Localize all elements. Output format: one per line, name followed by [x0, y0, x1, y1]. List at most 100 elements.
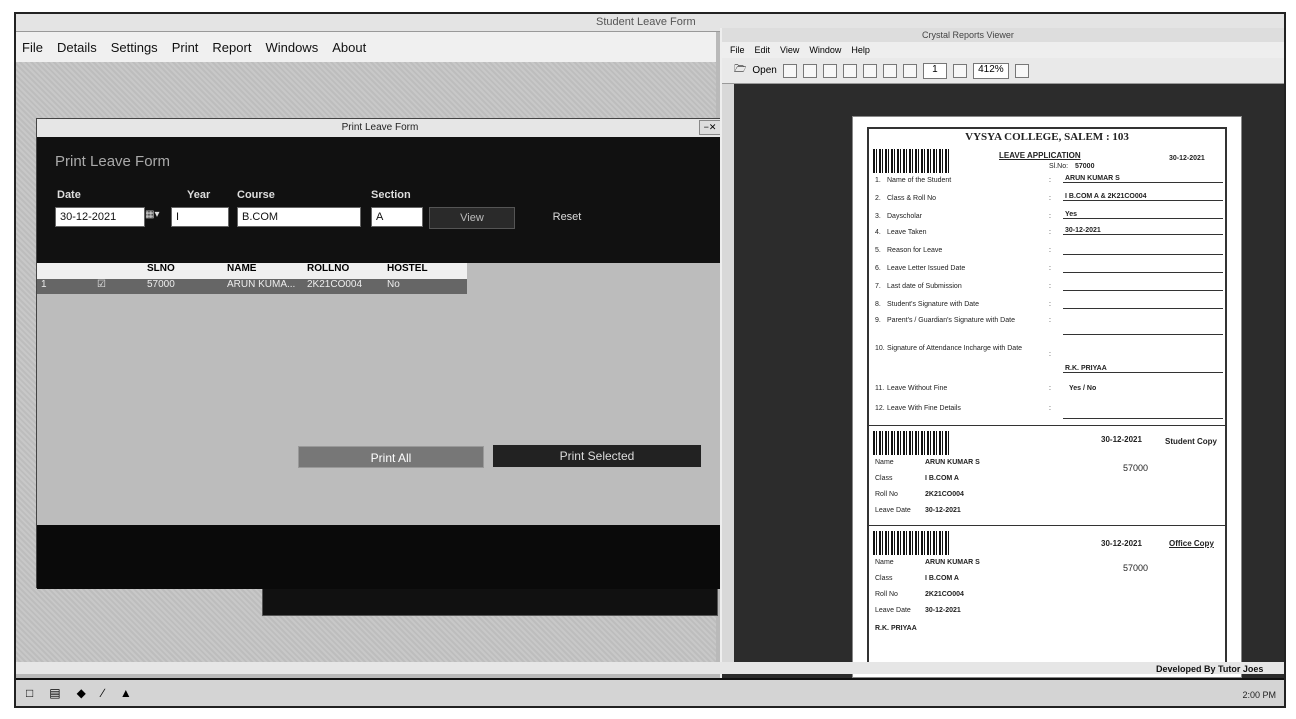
print-leave-form-window: Print Leave Form −✕ Print Leave Form Dat…	[36, 118, 725, 589]
clock: 2:00 PM	[1242, 690, 1276, 700]
print-selected-button[interactable]: Print Selected	[492, 444, 702, 468]
item-6: 6. Leave Letter Issued Date	[875, 265, 966, 272]
oc-date-value: 30-12-2021	[925, 607, 961, 614]
oc-name-value: ARUN KUMAR S	[925, 559, 980, 566]
taskbar: □ ▤ ◆ ∕ ▲	[16, 678, 1284, 706]
print-icon[interactable]	[862, 63, 877, 78]
sc-name-value: ARUN KUMAR S	[925, 459, 980, 466]
report-page: VYSYA COLLEGE, SALEM : 103 LEAVE APPLICA…	[852, 116, 1242, 678]
menu-print[interactable]: Print	[172, 40, 199, 55]
col-rollno[interactable]: ROLLNO	[307, 263, 387, 279]
menu-details[interactable]: Details	[57, 40, 97, 55]
menu-file[interactable]: File	[22, 40, 43, 55]
status-strip	[16, 662, 1284, 674]
dialog-footer	[37, 525, 725, 589]
menu-report[interactable]: Report	[212, 40, 251, 55]
oc-class-value: I B.COM A	[925, 575, 959, 582]
item-4: 4. Leave Taken	[875, 229, 927, 236]
next-page-icon[interactable]	[952, 63, 967, 78]
start-icon[interactable]: □	[26, 686, 33, 700]
course-label: Course	[237, 189, 275, 201]
oc-name-label: Name	[875, 559, 894, 566]
college-title: VYSYA COLLEGE, SALEM : 103	[965, 131, 1129, 143]
item-2-value: I B.COM A & 2K21CO004	[1063, 193, 1223, 201]
divider	[869, 525, 1225, 526]
open-icon[interactable]: 🗁	[734, 62, 746, 79]
course-select[interactable]: B.COM	[237, 207, 361, 227]
export-icon[interactable]	[782, 63, 797, 78]
item-7: 7. Last date of Submission	[875, 283, 962, 290]
sc-class-label: Class	[875, 475, 893, 482]
section-select[interactable]: A	[371, 207, 423, 227]
crystal-menu-file[interactable]: File	[730, 45, 745, 55]
application-date: 30-12-2021	[1169, 155, 1205, 162]
oc-date-label: Leave Date	[875, 607, 911, 614]
student-copy-title: Student Copy	[1165, 437, 1217, 446]
item-11: 11. Leave Without Fine	[875, 385, 948, 392]
col-name[interactable]: NAME	[227, 263, 307, 279]
item-5-value	[1063, 245, 1223, 255]
sc-name-label: Name	[875, 459, 894, 466]
search-icon[interactable]	[842, 63, 857, 78]
zoom-icon[interactable]	[1014, 63, 1029, 78]
menu-settings[interactable]: Settings	[111, 40, 158, 55]
first-page-icon[interactable]	[902, 63, 917, 78]
cell-rollno: 2K21CO004	[307, 279, 363, 290]
item-12: 12. Leave With Fine Details	[875, 405, 961, 412]
office-copy-title: Office Copy	[1169, 539, 1214, 548]
reset-button[interactable]: Reset	[537, 207, 597, 229]
file-explorer-icon[interactable]: ▤	[49, 686, 60, 700]
cell-name: ARUN KUMA...	[227, 279, 296, 290]
close-icon[interactable]: −✕	[699, 120, 721, 135]
barcode-image	[873, 149, 951, 173]
col-hostel[interactable]: HOSTEL	[387, 263, 467, 279]
zoom-select[interactable]: 412%	[972, 62, 1009, 79]
page-number-field[interactable]: 1	[922, 62, 947, 79]
open-button[interactable]: Open	[752, 65, 776, 76]
pdf-icon[interactable]: ▲	[120, 686, 132, 700]
student-copy-date: 30-12-2021	[1101, 435, 1142, 444]
crystal-menubar: File Edit View Window Help	[722, 42, 1284, 58]
date-picker[interactable]: 30-12-2021	[55, 207, 145, 227]
crystal-menu-window[interactable]: Window	[809, 45, 841, 55]
date-label: Date	[57, 189, 81, 201]
item-8: 8. Student's Signature with Date	[875, 301, 980, 308]
item-12-value	[1063, 411, 1223, 419]
section-label: Section	[371, 189, 411, 201]
item-2: 2. Class & Roll No	[875, 195, 937, 202]
group-tree-toggle[interactable]	[722, 84, 734, 674]
calendar-icon[interactable]: ▦▾	[145, 209, 159, 220]
row-checkbox[interactable]: ☑	[97, 279, 147, 294]
crystal-toolbar: 🗁 Open 1 412%	[722, 58, 1284, 84]
item-10-value: R.K. PRIYAA	[1063, 365, 1223, 373]
app-icon[interactable]: ◆	[77, 686, 86, 700]
crystal-titlebar: Crystal Reports Viewer	[722, 28, 1284, 42]
crystal-menu-view[interactable]: View	[780, 45, 799, 55]
col-slno[interactable]: SLNO	[147, 263, 227, 279]
item-10: 10. Signature of Attendance Incharge with…	[875, 345, 1023, 352]
menu-about[interactable]: About	[332, 40, 366, 55]
sc-class-value: I B.COM A	[925, 475, 959, 482]
view-button[interactable]: View	[429, 207, 515, 229]
menu-windows[interactable]: Windows	[265, 40, 318, 55]
crystal-menu-edit[interactable]: Edit	[755, 45, 771, 55]
year-label: Year	[187, 189, 211, 201]
item-8-value	[1063, 299, 1223, 309]
refresh-icon[interactable]	[822, 63, 837, 78]
year-select[interactable]: I	[171, 207, 229, 227]
chart-icon[interactable]: ∕	[102, 686, 104, 700]
item-7-value	[1063, 281, 1223, 291]
application-title: LEAVE APPLICATION	[999, 151, 1081, 160]
dialog-titlebar: Print Leave Form	[37, 119, 723, 137]
student-copy-barcode	[873, 431, 951, 455]
crystal-menu-help[interactable]: Help	[851, 45, 870, 55]
sc-date-value: 30-12-2021	[925, 507, 961, 514]
slno-label: Sl.No:	[1049, 163, 1069, 170]
print-all-button[interactable]: Print All	[298, 446, 484, 468]
table-row[interactable]: 1 ☑ 57000 ARUN KUMA... 2K21CO004 No	[37, 279, 467, 294]
cell-hostel: No	[387, 279, 400, 290]
page-setup-icon[interactable]	[882, 63, 897, 78]
leave-application-document: VYSYA COLLEGE, SALEM : 103 LEAVE APPLICA…	[867, 127, 1227, 667]
copy-icon[interactable]	[802, 63, 817, 78]
main-window-title: Student Leave Form	[596, 16, 696, 28]
